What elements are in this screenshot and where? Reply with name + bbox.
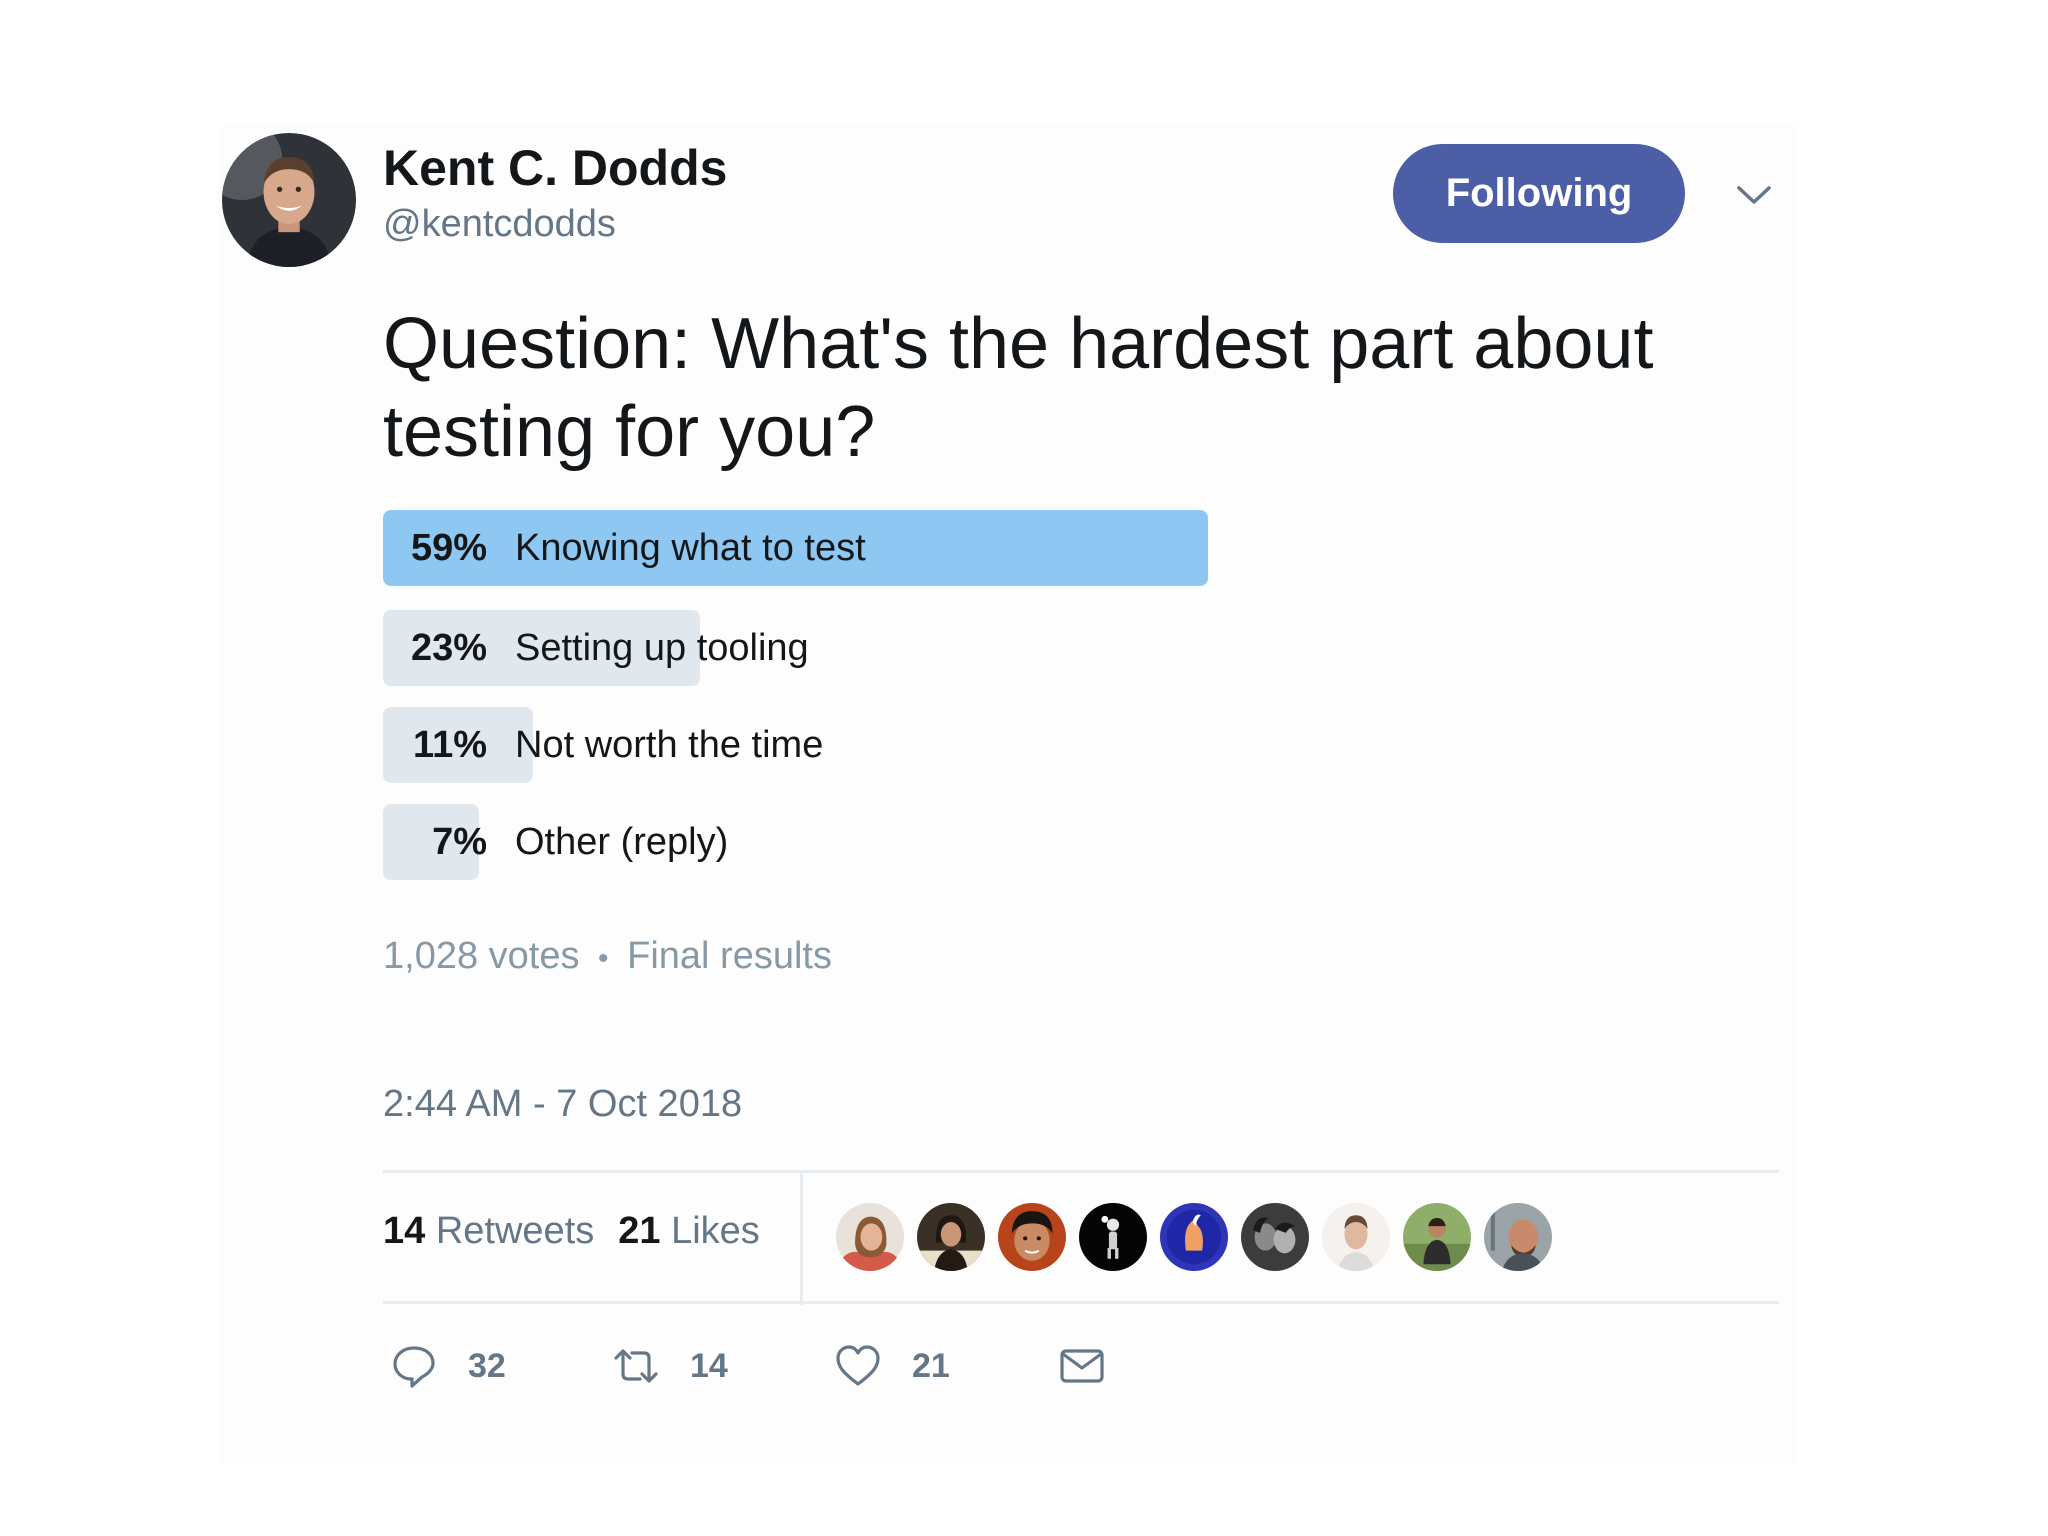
likes-stat-label: Likes	[671, 1210, 760, 1252]
tweet-timestamp[interactable]: 2:44 AM - 7 Oct 2018	[383, 1083, 742, 1126]
following-button[interactable]: Following	[1393, 144, 1685, 243]
poll-percent: 23%	[410, 627, 487, 669]
liker-avatar[interactable]	[998, 1203, 1066, 1271]
reply-icon	[393, 1346, 435, 1388]
divider	[383, 1301, 1779, 1304]
poll-option-label: Setting up tooling	[515, 627, 809, 669]
liker-avatar[interactable]	[1160, 1203, 1228, 1271]
tweet-card: Kent C. Dodds @kentcdodds Following Ques…	[222, 125, 1798, 1465]
liker-avatar[interactable]	[1241, 1203, 1309, 1271]
liker-avatar-9-icon	[1484, 1203, 1552, 1271]
user-display-name[interactable]: Kent C. Dodds	[383, 139, 727, 197]
poll-option: 59% Knowing what to test	[383, 510, 1483, 586]
likers-list	[836, 1203, 1552, 1271]
like-action[interactable]: 21	[834, 1338, 950, 1394]
poll-option-label: Not worth the time	[515, 724, 824, 766]
envelope-icon	[1060, 1349, 1104, 1383]
dm-action[interactable]	[1058, 1338, 1106, 1394]
liker-avatar[interactable]	[1322, 1203, 1390, 1271]
liker-avatar-1-icon	[836, 1203, 904, 1271]
reply-count: 32	[468, 1346, 506, 1385]
poll-percent: 11%	[413, 724, 487, 766]
poll-percent: 59%	[410, 527, 487, 569]
retweet-icon	[614, 1349, 658, 1383]
chevron-down-icon[interactable]	[1736, 183, 1772, 207]
user-avatar[interactable]	[222, 133, 356, 267]
user-handle[interactable]: @kentcdodds	[383, 203, 616, 246]
likes-stat-count: 21	[618, 1210, 661, 1252]
likes-stat[interactable]: 21 Likes	[618, 1210, 760, 1252]
liker-avatar[interactable]	[836, 1203, 904, 1271]
tweet-text: Question: What's the hardest part about …	[383, 304, 1654, 472]
liker-avatar-5-icon	[1160, 1203, 1228, 1271]
reply-action[interactable]: 32	[390, 1338, 506, 1394]
retweets-stat-count: 14	[383, 1210, 426, 1252]
poll-votes: 1,028 votes	[383, 935, 580, 977]
liker-avatar[interactable]	[1403, 1203, 1471, 1271]
poll-option-label: Other (reply)	[515, 821, 729, 863]
liker-avatar-6-icon	[1241, 1203, 1309, 1271]
divider	[383, 1170, 1779, 1173]
liker-avatar-3-icon	[998, 1203, 1066, 1271]
liker-avatar-7-icon	[1322, 1203, 1390, 1271]
liker-avatar[interactable]	[917, 1203, 985, 1271]
stats-divider	[800, 1173, 803, 1305]
heart-icon	[836, 1345, 880, 1386]
poll-option: 11% Not worth the time	[383, 707, 1483, 783]
like-count: 21	[912, 1346, 950, 1385]
poll-meta: 1,028 votes • Final results	[383, 935, 832, 978]
poll-option-label: Knowing what to test	[515, 527, 866, 569]
poll-option: 7% Other (reply)	[383, 804, 1483, 880]
retweet-action[interactable]: 14	[612, 1338, 728, 1394]
retweet-count: 14	[690, 1346, 728, 1385]
liker-avatar[interactable]	[1079, 1203, 1147, 1271]
liker-avatar[interactable]	[1484, 1203, 1552, 1271]
retweets-stat-label: Retweets	[435, 1210, 595, 1252]
poll-separator: •	[598, 942, 609, 975]
poll-percent: 7%	[432, 821, 487, 863]
liker-avatar-2-icon	[917, 1203, 985, 1271]
poll-status: Final results	[627, 935, 832, 977]
tweet-stats: 14 Retweets 21 Likes	[383, 1210, 760, 1253]
poll-option: 23% Setting up tooling	[383, 610, 1483, 686]
avatar-photo-icon	[222, 133, 356, 267]
retweets-stat[interactable]: 14 Retweets	[383, 1210, 594, 1252]
liker-avatar-4-icon	[1079, 1203, 1147, 1271]
liker-avatar-8-icon	[1403, 1203, 1471, 1271]
